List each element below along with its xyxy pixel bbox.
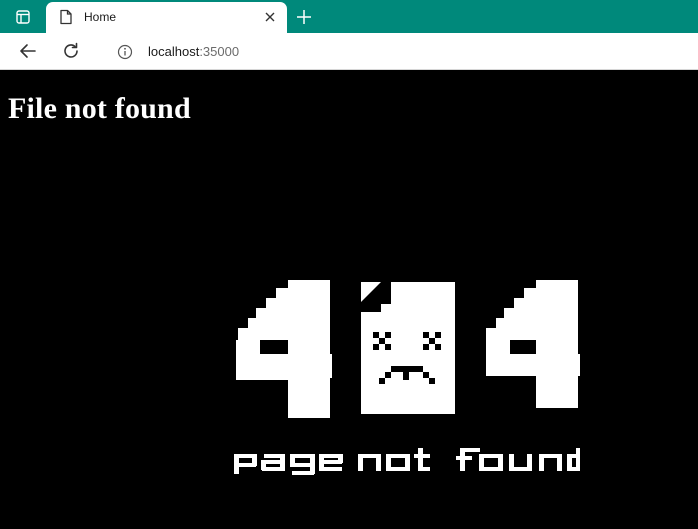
dead-file-icon (361, 282, 455, 414)
navigation-toolbar: localhost:35000 (0, 33, 698, 70)
tab-title: Home (84, 10, 117, 24)
page-icon (60, 9, 72, 25)
url-host: localhost (148, 44, 200, 59)
close-tab-icon[interactable] (264, 11, 276, 23)
address-bar[interactable]: localhost:35000 (100, 37, 698, 66)
url-text[interactable]: localhost:35000 (148, 44, 239, 59)
page-content: File not found (0, 70, 698, 529)
new-tab-icon[interactable] (295, 8, 313, 26)
back-arrow-icon[interactable] (18, 42, 38, 60)
reload-icon[interactable] (62, 42, 80, 60)
page-heading: File not found (8, 92, 191, 125)
tab-actions-button[interactable] (0, 0, 46, 33)
active-tab[interactable]: Home (46, 2, 287, 33)
url-port: :35000 (199, 44, 240, 59)
info-icon[interactable] (117, 44, 133, 60)
page-not-found-caption (234, 448, 580, 475)
tab-strip: Home (0, 0, 698, 33)
error-404-graphic (236, 280, 580, 418)
window-icon (16, 9, 30, 24)
